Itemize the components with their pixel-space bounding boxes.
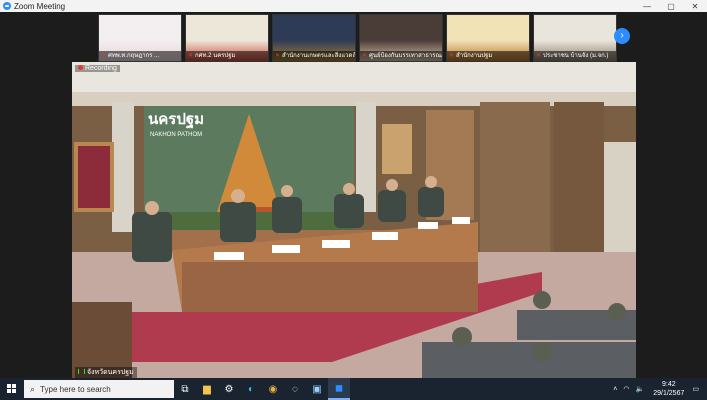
muted-mic-icon: ✕ (188, 53, 194, 59)
search-icon: ⌕ (30, 383, 36, 394)
meeting-stage: ✕ ศทพ.ท.กฤษฎากร ... ✕ กศท.2 นครปฐม ✕ สำนักงาน… (0, 12, 707, 380)
sign-en: NAKHON PATHOM (150, 132, 202, 138)
participant-tile[interactable]: ✕สำนักงานเกษตรและสิ่งแวดล้อม (272, 14, 356, 62)
participant-name: ✕สำนักงานเกษตรและสิ่งแวดล้อม (273, 51, 355, 61)
notification-icon[interactable]: ▭ (692, 385, 699, 393)
close-button[interactable]: ✕ (683, 2, 707, 11)
window-title: Zoom Meeting (14, 1, 66, 11)
muted-mic-icon: ✕ (536, 53, 542, 59)
file-explorer-icon[interactable]: ▆ (196, 378, 218, 400)
participant-tile[interactable]: ✕ สำนักงานปฐม (446, 14, 530, 62)
chrome-icon[interactable]: ◉ (262, 378, 284, 400)
main-video[interactable]: นครปฐม NAKHON PATHOM Recording จังหวัดนค… (72, 62, 636, 380)
zoom-taskbar-icon[interactable]: ◼ (328, 378, 350, 400)
system-tray: ˄ ◠ 🔈 9:42 29/1/2567 ▭ (610, 380, 707, 398)
zoom-logo-icon (3, 2, 11, 10)
signal-icon (78, 369, 85, 374)
participant-name: ✕ ประชาชน บ้านจัง (ม.จก.) (534, 51, 616, 61)
participant-tile[interactable]: ✕ ประชาชน บ้านจัง (ม.จก.) (533, 14, 617, 62)
app-icon-2[interactable]: ▣ (306, 378, 328, 400)
title-bar: Zoom Meeting — ▢ ✕ (0, 0, 707, 12)
participant-strip: ✕ ศทพ.ท.กฤษฎากร ... ✕ กศท.2 นครปฐม ✕ สำนักงาน… (98, 14, 617, 62)
network-icon[interactable]: ◠ (623, 385, 629, 393)
volume-icon[interactable]: 🔈 (636, 385, 645, 393)
task-view-icon[interactable]: ⧉ (174, 378, 196, 400)
app-icon[interactable]: ◌ (284, 378, 306, 400)
participant-name: ✕ สำนักงานปฐม (447, 51, 529, 61)
muted-mic-icon: ✕ (449, 53, 455, 59)
conference-room-scene: นครปฐม NAKHON PATHOM (72, 62, 636, 380)
sign-thai: นครปฐม (148, 111, 204, 129)
recording-label: Recording (85, 65, 117, 72)
taskbar: ⌕ Type here to search ⧉ ▆ ⚙ ◐ ◉ ◌ ▣ ◼ ˄ … (0, 378, 707, 400)
participant-tile[interactable]: ✕ กศท.2 นครปฐม (185, 14, 269, 62)
participant-tile[interactable]: ✕ ศูนย์ป้องกันบรรเทาสาธารณภัย (359, 14, 443, 62)
taskbar-search[interactable]: ⌕ Type here to search (24, 380, 174, 398)
clock-date: 29/1/2567 (653, 390, 685, 397)
settings-icon[interactable]: ⚙ (218, 378, 240, 400)
chevron-up-icon[interactable]: ˄ (613, 386, 617, 393)
minimize-button[interactable]: — (635, 2, 659, 11)
maximize-button[interactable]: ▢ (659, 2, 683, 11)
start-button[interactable] (0, 378, 24, 400)
clock[interactable]: 9:42 29/1/2567 (653, 380, 684, 398)
next-page-button[interactable]: › (614, 28, 630, 44)
muted-mic-icon: ✕ (275, 53, 281, 59)
search-placeholder: Type here to search (40, 384, 111, 394)
windows-logo-icon (7, 384, 16, 393)
clock-time: 9:42 (661, 381, 676, 388)
participant-name: ✕ กศท.2 นครปฐม (186, 51, 268, 61)
muted-mic-icon: ✕ (362, 53, 368, 59)
participant-name: ✕ ศูนย์ป้องกันบรรเทาสาธารณภัย (360, 51, 442, 61)
participant-name: ✕ ศทพ.ท.กฤษฎากร ... (99, 51, 181, 61)
recording-indicator: Recording (75, 65, 120, 72)
muted-mic-icon: ✕ (101, 53, 107, 59)
edge-icon[interactable]: ◐ (240, 378, 262, 400)
participant-tile[interactable]: ✕ ศทพ.ท.กฤษฎากร ... (98, 14, 182, 62)
record-dot-icon (78, 65, 83, 70)
main-video-name: จังหวัดนครปฐม (75, 367, 137, 378)
